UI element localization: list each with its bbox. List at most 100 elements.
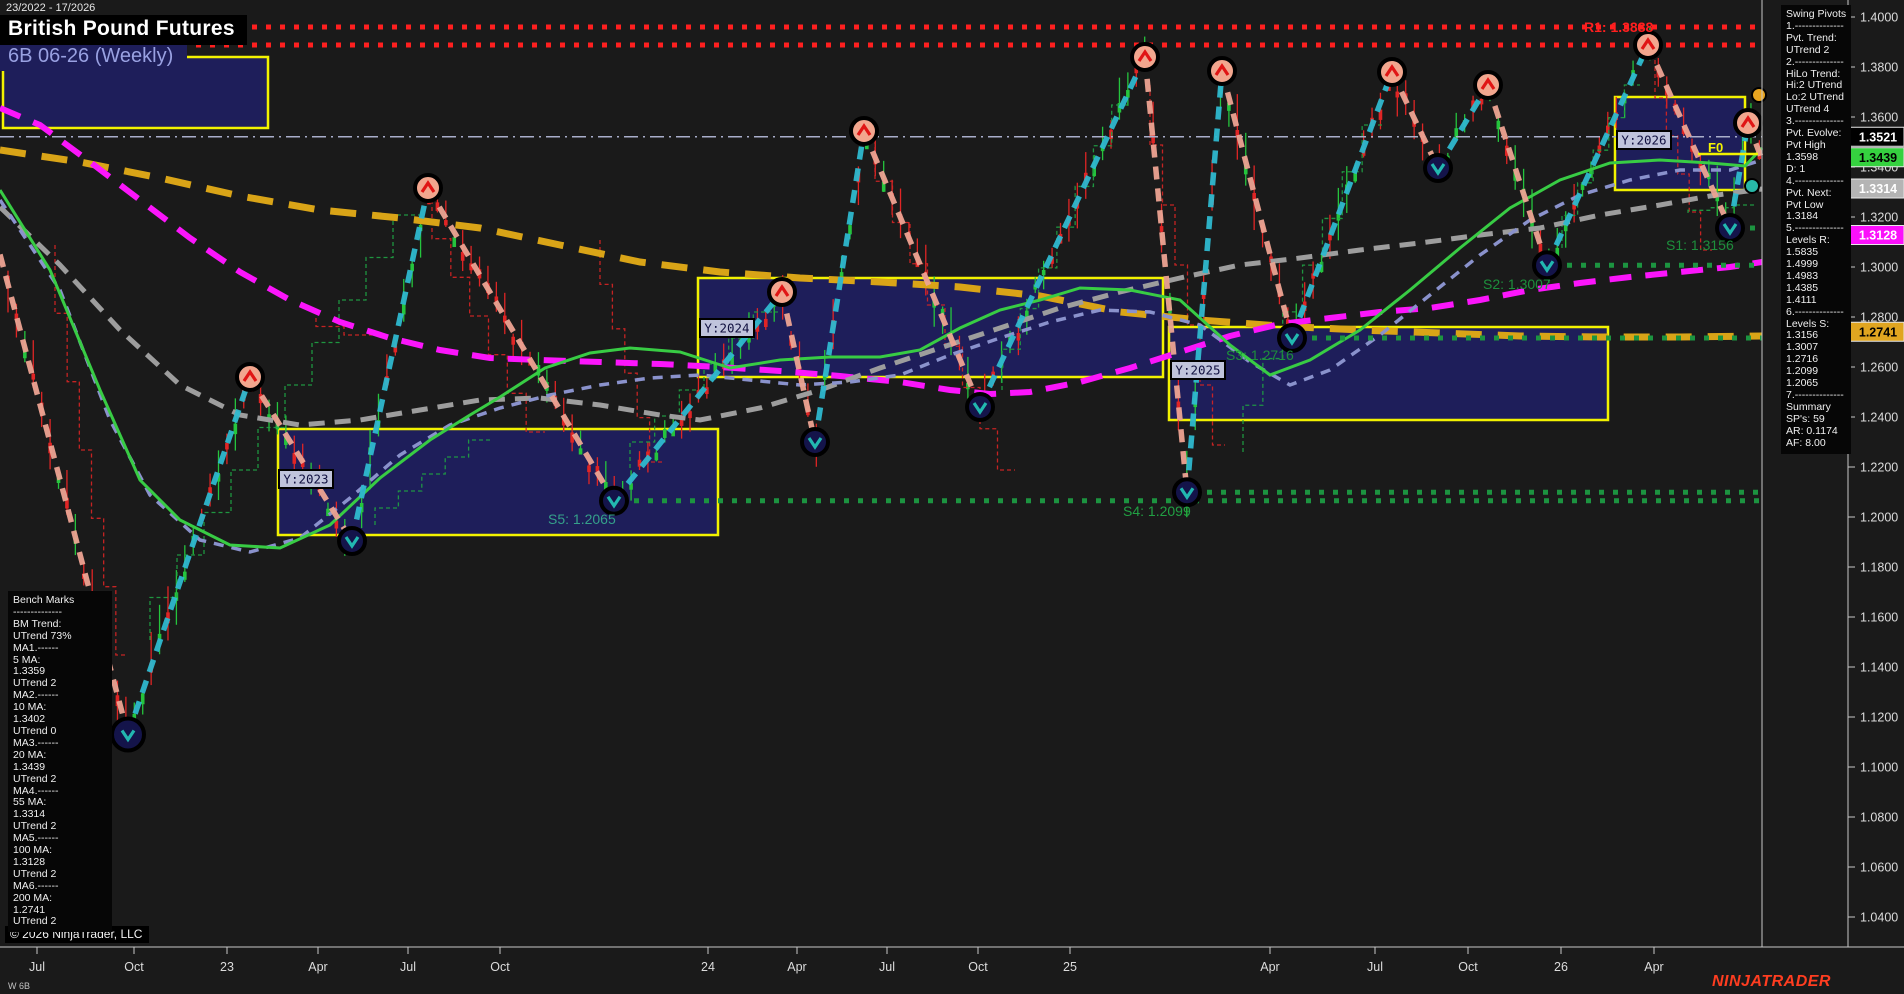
support-label: S4: 1.2099: [1123, 503, 1191, 519]
panel-line: UTrend 2: [13, 915, 57, 928]
resistance-label: R1: 1.3888: [1584, 19, 1653, 35]
swing-low-marker: [110, 716, 146, 753]
weekly-bar-body: [401, 303, 406, 315]
current-bar-marker: [1751, 87, 1767, 103]
swing-high-marker: [1377, 57, 1407, 87]
price-tick-label: 1.2200: [1860, 461, 1898, 475]
price-chart-canvas[interactable]: R1: 1.3888 S5: 1.2065 S4: 1.2099 S3: 1.2716…: [0, 0, 1904, 994]
weekly-bar-body: [654, 452, 659, 461]
support-label: S5: 1.2065: [548, 511, 616, 527]
panel-line: UTrend 2: [13, 772, 57, 785]
swing-pivots-panel: Swing Pivots 1.-------------- Pvt. Trend: U…: [1781, 5, 1851, 454]
panel-line: D: 1: [1786, 162, 1806, 175]
time-tick-label: Jul: [29, 960, 45, 974]
panel-line: 2.--------------: [1786, 55, 1844, 68]
swing-high-marker: [1733, 108, 1763, 138]
weekly-bar-body: [848, 225, 852, 235]
weekly-bar-body: [662, 429, 667, 438]
panel-line: MA6.------: [13, 879, 59, 892]
swing-high-marker: [849, 116, 879, 146]
weekly-bar-body: [587, 465, 591, 473]
price-tick-label: 1.0400: [1860, 911, 1898, 925]
price-tick-label: 1.0800: [1860, 811, 1898, 825]
weekly-bar-body: [31, 373, 36, 380]
weekly-bar-body: [410, 263, 414, 272]
panel-line: 200 MA:: [13, 891, 53, 904]
time-tick-label: Apr: [1260, 960, 1279, 974]
swing-high-marker: [1207, 56, 1237, 86]
time-tick-label: Oct: [490, 960, 510, 974]
time-tick-label: Oct: [124, 960, 144, 974]
panel-line: AR: 0.1174: [1786, 424, 1838, 437]
weekly-bar-body: [233, 423, 238, 435]
instrument-tag: W 6B: [8, 981, 31, 991]
weekly-bar-body: [1126, 90, 1130, 98]
price-tick-label: 1.3000: [1860, 261, 1898, 275]
price-tick-label: 1.2000: [1860, 511, 1898, 525]
weekly-bar-body: [1597, 145, 1602, 153]
price-tag-label: 1.3439: [1859, 151, 1897, 165]
swing-high-marker: [235, 362, 265, 392]
panel-line: 4.--------------: [1786, 174, 1844, 187]
panel-line: Pvt. Trend:: [1786, 31, 1837, 44]
weekly-bar-body: [578, 448, 583, 455]
year-label: Y:2026: [1621, 133, 1666, 148]
swing-high-marker: [1473, 70, 1503, 100]
weekly-bar-body: [452, 237, 457, 248]
panel-line: BM Trend:: [13, 617, 62, 630]
date-range: 23/2022 - 17/2026: [6, 2, 96, 14]
current-bar-marker: [1744, 178, 1760, 194]
swing-low-marker: [599, 485, 629, 516]
time-tick-label: 24: [701, 960, 715, 974]
weekly-bar-body: [444, 220, 448, 226]
time-tick-label: Apr: [308, 960, 327, 974]
panel-line: UTrend 2: [13, 867, 57, 880]
time-tick-label: Jul: [1367, 960, 1383, 974]
panel-line: 1.4385: [1786, 281, 1819, 294]
chart-window: R1: 1.3888 S5: 1.2065 S4: 1.2099 S3: 1.2716…: [0, 0, 1904, 994]
weekly-bar-body: [1151, 134, 1155, 144]
chart-subtitle: 6B 06-26 (Weekly): [0, 44, 188, 71]
time-tick-label: Apr: [787, 960, 806, 974]
panel-line: SP's: 59: [1786, 412, 1825, 425]
price-tick-label: 1.1800: [1860, 561, 1898, 575]
time-tick-label: Oct: [968, 960, 988, 974]
swing-low-marker: [337, 526, 367, 556]
price-tick-label: 1.1000: [1860, 761, 1898, 775]
swing-high-marker: [413, 173, 443, 203]
price-tick-label: 1.1400: [1860, 661, 1898, 675]
price-tick-label: 1.3200: [1860, 211, 1898, 225]
panel-line: 20 MA:: [13, 748, 47, 761]
panel-line: MA1.------: [13, 641, 59, 654]
panel-line: Pvt. Next:: [1786, 186, 1832, 199]
swing-high-marker: [767, 277, 797, 307]
price-tag-label: 1.3128: [1859, 229, 1897, 243]
swing-high-marker: [1633, 30, 1663, 60]
time-tick-label: Jul: [400, 960, 416, 974]
panel-line: 1.3439: [13, 760, 46, 773]
weekly-bar-body: [764, 318, 768, 327]
price-tick-label: 1.3800: [1860, 61, 1898, 75]
panel-line: AF: 8.00: [1786, 436, 1826, 449]
year-range-box: [1167, 325, 1610, 422]
price-tag-label: 1.3314: [1859, 182, 1897, 196]
swing-low-marker: [1532, 250, 1562, 281]
time-tick-label: 23: [220, 960, 234, 974]
price-tick-label: 1.0600: [1860, 861, 1898, 875]
year-label: Y:2024: [704, 321, 749, 336]
weekly-bar-body: [1395, 91, 1400, 98]
support-label: S2: 1.3007: [1483, 276, 1551, 292]
price-tick-label: 1.1600: [1860, 611, 1898, 625]
price-tick-label: 1.3600: [1860, 111, 1898, 125]
price-tick-label: 1.1200: [1860, 711, 1898, 725]
panel-line: UTrend 2: [1786, 43, 1830, 56]
time-tick-label: 26: [1554, 960, 1568, 974]
swing-low-marker: [800, 427, 830, 457]
weekly-bar-body: [511, 336, 515, 345]
chart-title: British Pound Futures: [0, 15, 247, 45]
price-tick-label: 1.2400: [1860, 411, 1898, 425]
price-tick-label: 1.2600: [1860, 361, 1898, 375]
panel-line: 1.3598: [1786, 150, 1819, 163]
swing-low-marker: [1172, 477, 1202, 508]
price-tag-label: 1.3521: [1859, 130, 1897, 144]
